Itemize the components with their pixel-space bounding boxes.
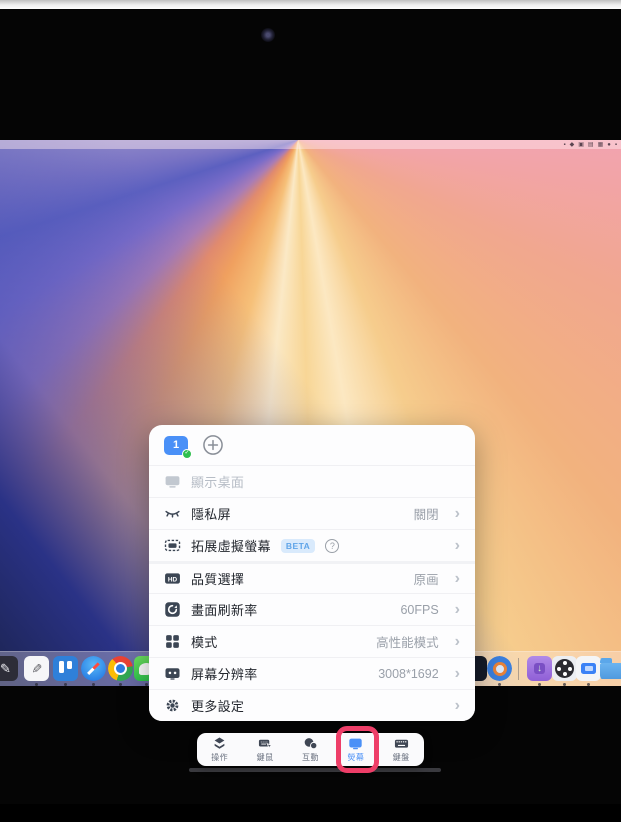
front-camera — [261, 28, 275, 42]
menu-item-value: 關閉 — [414, 504, 439, 523]
running-indicator — [64, 683, 67, 686]
menu-item-value: 3008*1692 — [378, 667, 438, 681]
chevron-right-icon: › — [455, 571, 460, 587]
running-indicator — [563, 683, 566, 686]
chevron-right-icon: › — [455, 602, 460, 618]
menu-item-value: 60FPS — [400, 603, 438, 617]
display-number: 1 — [173, 439, 179, 451]
dock-icon-screen-share-app[interactable] — [576, 656, 601, 681]
photo-of-tablet: ▪ ◆▣ ▤ ▦● ▪ ✎✎ ↓ 1 ✓ 顯示桌面 隱私屏 關閉 › — [0, 0, 621, 822]
popup-header: 1 ✓ — [149, 425, 475, 465]
dock-icon-texteditor-app[interactable]: ✎ — [24, 656, 49, 681]
help-icon[interactable]: ? — [325, 539, 339, 553]
toolbar-item-label: 鍵盤 — [393, 752, 410, 763]
layers-icon — [212, 736, 227, 751]
menu-item-eye-closed[interactable]: 隱私屏 關閉 › — [149, 497, 475, 529]
keyboard-icon — [394, 736, 409, 751]
menu-item-refresh[interactable]: 畫面刷新率 60FPS › — [149, 593, 475, 625]
menu-item-label: 畫面刷新率 — [191, 600, 258, 619]
running-indicator — [538, 683, 541, 686]
toolbar-item-label: 互動 — [302, 752, 319, 763]
grid-icon — [164, 633, 181, 650]
status-icon-5[interactable]: ▦ — [598, 142, 604, 148]
toolbar-item-label: 操作 — [211, 752, 228, 763]
running-indicator — [92, 683, 95, 686]
chevron-right-icon: › — [455, 634, 460, 650]
menu-item-label: 品質選擇 — [191, 569, 244, 588]
toolbar-item-layers[interactable]: 操作 — [201, 736, 239, 763]
dock-icon-chrome[interactable] — [108, 656, 133, 681]
menu-item-gear[interactable]: 更多設定 › — [149, 689, 475, 721]
chevron-right-icon: › — [455, 666, 460, 682]
photo-top-border — [0, 0, 621, 9]
status-icon-6[interactable]: ● — [607, 142, 611, 148]
chevron-right-icon: › — [455, 698, 460, 714]
dock-icon-downloader-app[interactable]: ↓ — [527, 656, 552, 681]
eye-closed-icon — [164, 505, 181, 522]
menu-item-display: 顯示桌面 — [149, 465, 475, 497]
menu-item-value: 高性能模式 — [376, 632, 439, 651]
connected-check-icon: ✓ — [182, 449, 192, 459]
home-indicator[interactable] — [189, 768, 441, 772]
chevron-right-icon: › — [455, 506, 460, 522]
virtual-display-icon — [164, 537, 181, 554]
menu-item-grid[interactable]: 模式 高性能模式 › — [149, 625, 475, 657]
menu-item-resolution[interactable]: 屏幕分辨率 3008*1692 › — [149, 657, 475, 689]
svg-text:HD: HD — [168, 576, 178, 583]
menu-item-label: 隱私屏 — [191, 504, 231, 523]
toolbar-item-keyboard[interactable]: 鍵盤 — [382, 736, 420, 763]
menu-item-label: 顯示桌面 — [191, 472, 244, 491]
dock-icon-swirl-app[interactable] — [487, 656, 512, 681]
status-icon-4[interactable]: ▤ — [588, 142, 594, 148]
beta-badge: BETA — [281, 539, 316, 553]
running-indicator — [145, 683, 148, 686]
add-display-button[interactable] — [202, 434, 224, 456]
toolbar-item-label: 鍵鼠 — [257, 752, 274, 763]
menu-item-value: 原画 — [414, 569, 439, 588]
menu-item-hd[interactable]: HD 品質選擇 原画 › — [149, 561, 475, 593]
dock-icon-safari[interactable] — [81, 656, 106, 681]
dock-icon-boards-app[interactable] — [53, 656, 78, 681]
chevron-right-icon: › — [455, 538, 460, 554]
status-icon-7[interactable]: ▪ — [615, 142, 617, 148]
menu-item-label: 屏幕分辨率 — [191, 664, 258, 683]
dock-icon-film-reel-app[interactable] — [552, 656, 577, 681]
menu-item-virtual-display[interactable]: 拓展虛擬螢幕 BETA ? › — [149, 529, 475, 561]
menu-item-label: 拓展虛擬螢幕 — [191, 536, 271, 555]
running-indicator — [119, 683, 122, 686]
hd-icon: HD — [164, 570, 181, 587]
screen-settings-popup: 1 ✓ 顯示桌面 隱私屏 關閉 › 拓展虛擬螢幕 BETA ? › — [149, 425, 475, 721]
menu-item-label: 更多設定 — [191, 696, 244, 715]
toolbar-item-interact[interactable]: 互動 — [291, 736, 329, 763]
status-icon-3[interactable]: ▣ — [578, 142, 584, 148]
status-icon-2[interactable]: ◆ — [570, 142, 575, 148]
interact-icon — [303, 736, 318, 751]
dock-icon-downloads-folder[interactable] — [600, 656, 621, 681]
running-indicator — [498, 683, 501, 686]
display-icon — [164, 473, 181, 490]
toolbar-item-keyboard-mouse[interactable]: 鍵鼠 — [246, 736, 284, 763]
running-indicator — [587, 683, 590, 686]
session-toolbar: 操作 鍵鼠 互動 熒幕 鍵盤 — [197, 733, 424, 766]
dock-icon-notes-pen-app[interactable]: ✎ — [0, 656, 18, 681]
keyboard-mouse-icon — [258, 736, 273, 751]
status-icon-1[interactable]: ▪ — [563, 142, 565, 148]
running-indicator — [35, 683, 38, 686]
menu-item-label: 模式 — [191, 632, 218, 651]
gear-icon — [164, 697, 181, 714]
resolution-icon — [164, 665, 181, 682]
connected-display-icon[interactable]: 1 ✓ — [164, 436, 188, 455]
dock-separator — [518, 658, 519, 680]
refresh-icon — [164, 601, 181, 618]
remote-menu-bar: ▪ ◆▣ ▤ ▦● ▪ — [0, 140, 621, 149]
annotation-highlight-screen-button — [336, 726, 379, 773]
